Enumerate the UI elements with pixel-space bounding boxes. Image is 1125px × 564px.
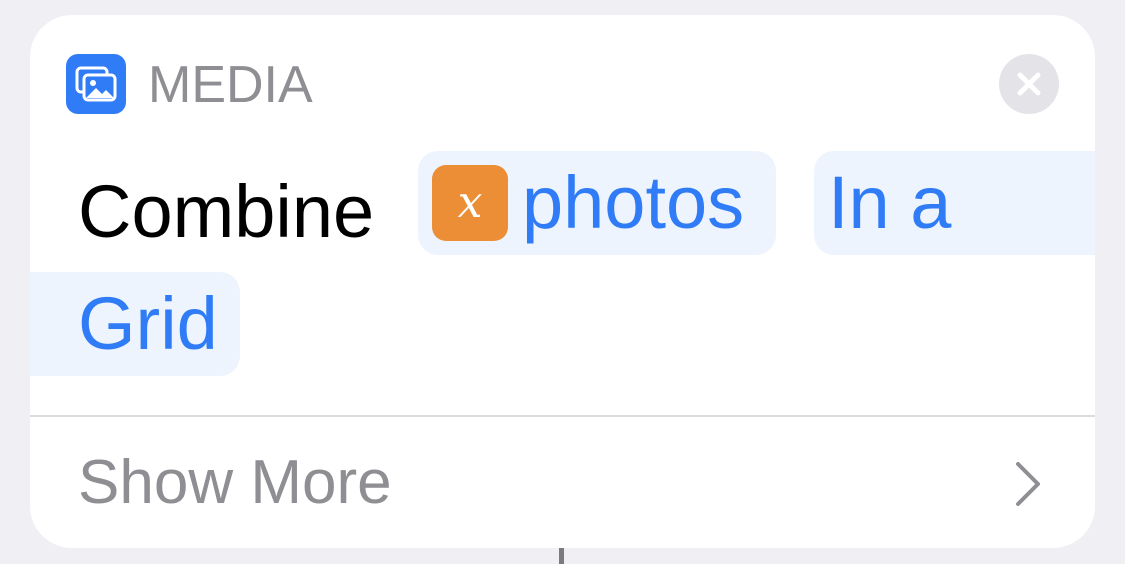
photo-gallery-icon-glyph — [75, 66, 117, 102]
layout-mode-token-line1: In a — [828, 161, 952, 244]
category-label: MEDIA — [148, 56, 313, 114]
show-more-button[interactable]: Show More — [30, 417, 1095, 548]
action-card: MEDIA Combine x photos In a Grid Show Mo… — [30, 15, 1095, 548]
variable-token-label: photos — [522, 161, 745, 244]
variable-glyph: x — [457, 177, 483, 228]
action-verb: Combine — [78, 170, 375, 253]
layout-mode-token[interactable]: In a — [814, 151, 1095, 255]
layout-mode-token-continued[interactable]: Grid — [30, 272, 240, 376]
chevron-right-icon — [1016, 462, 1040, 506]
close-icon — [1017, 72, 1041, 96]
photo-gallery-icon — [66, 54, 126, 114]
variable-icon: x — [432, 165, 508, 241]
variable-token-photos[interactable]: x photos — [418, 151, 776, 255]
layout-mode-token-line2: Grid — [78, 282, 218, 365]
show-more-label: Show More — [78, 448, 392, 517]
close-button[interactable] — [999, 54, 1059, 114]
